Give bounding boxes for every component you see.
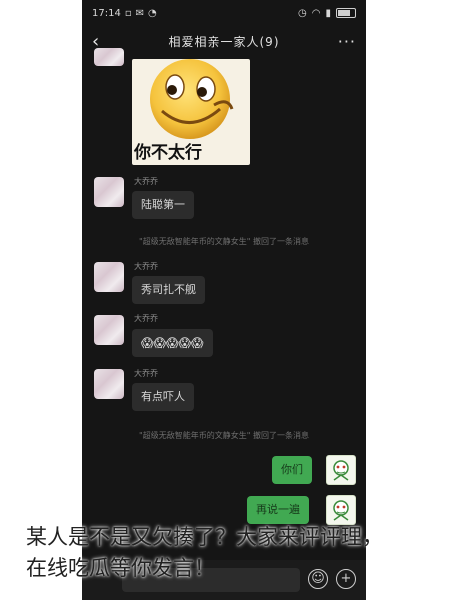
chat-screen: 17:14 ▫ ✉ ◔ ◷ ◠ ▮ ‹ 相爱相亲一家人(9) ··· 你不太行 … <box>82 0 366 600</box>
avatar[interactable] <box>94 315 124 345</box>
chat-title: 相爱相亲一家人(9) <box>168 34 280 49</box>
caption-line-2: 在线吃瓜等你发言！ <box>26 556 215 580</box>
message-bubble[interactable]: 😱😱😱😱😱 <box>132 329 213 357</box>
sticker-image[interactable]: 你不太行 <box>132 59 250 165</box>
avatar[interactable] <box>94 262 124 292</box>
sticker-text: 你不太行 <box>134 143 202 163</box>
chat-header: ‹ 相爱相亲一家人(9) ··· <box>82 26 366 56</box>
recall-notice: "超级无敌智能年币的文静女生" 撤回了一条消息 <box>139 431 309 440</box>
my-avatar[interactable] <box>326 455 356 485</box>
avatar[interactable] <box>94 177 124 207</box>
wifi-icon: ◠ <box>311 7 321 19</box>
my-message-bubble[interactable]: 你们 <box>272 456 312 484</box>
my-message-bubble[interactable]: 再说一遍 <box>247 496 309 524</box>
signal-icon: ▮ <box>325 7 331 19</box>
message-bubble[interactable]: 有点吓人 <box>132 383 194 411</box>
cartoon-avatar-icon <box>333 460 349 481</box>
overlay-caption: 某人是不是又欠揍了？大家来评评理， 在线吃瓜等你发言！ <box>26 522 446 584</box>
cartoon-avatar-icon <box>333 500 349 521</box>
message-bubble[interactable]: 陆聪第一 <box>132 191 194 219</box>
message-bubble[interactable]: 秀司扎不舰 <box>132 276 205 304</box>
alarm-icon: ◷ <box>298 7 307 19</box>
more-icon[interactable]: ··· <box>336 32 356 51</box>
sender-name: 大乔乔 <box>134 262 158 271</box>
sender-name: 大乔乔 <box>134 314 158 323</box>
notification-icon: ▫ <box>124 7 132 19</box>
sender-name: 大乔乔 <box>134 177 158 186</box>
message-icon: ✉ <box>135 7 144 19</box>
status-time: 17:14 <box>92 7 121 19</box>
recall-notice: "超级无敌智能年币的文静女生" 撤回了一条消息 <box>139 237 309 246</box>
avatar[interactable] <box>94 48 124 66</box>
my-avatar[interactable] <box>326 495 356 525</box>
caption-line-1: 某人是不是又欠揍了？大家来评评理， <box>26 525 383 549</box>
chat-icon: ◔ <box>148 7 157 19</box>
avatar[interactable] <box>94 369 124 399</box>
sender-name: 大乔乔 <box>134 369 158 378</box>
status-bar: 17:14 ▫ ✉ ◔ ◷ ◠ ▮ <box>82 0 366 26</box>
battery-icon <box>336 8 356 18</box>
